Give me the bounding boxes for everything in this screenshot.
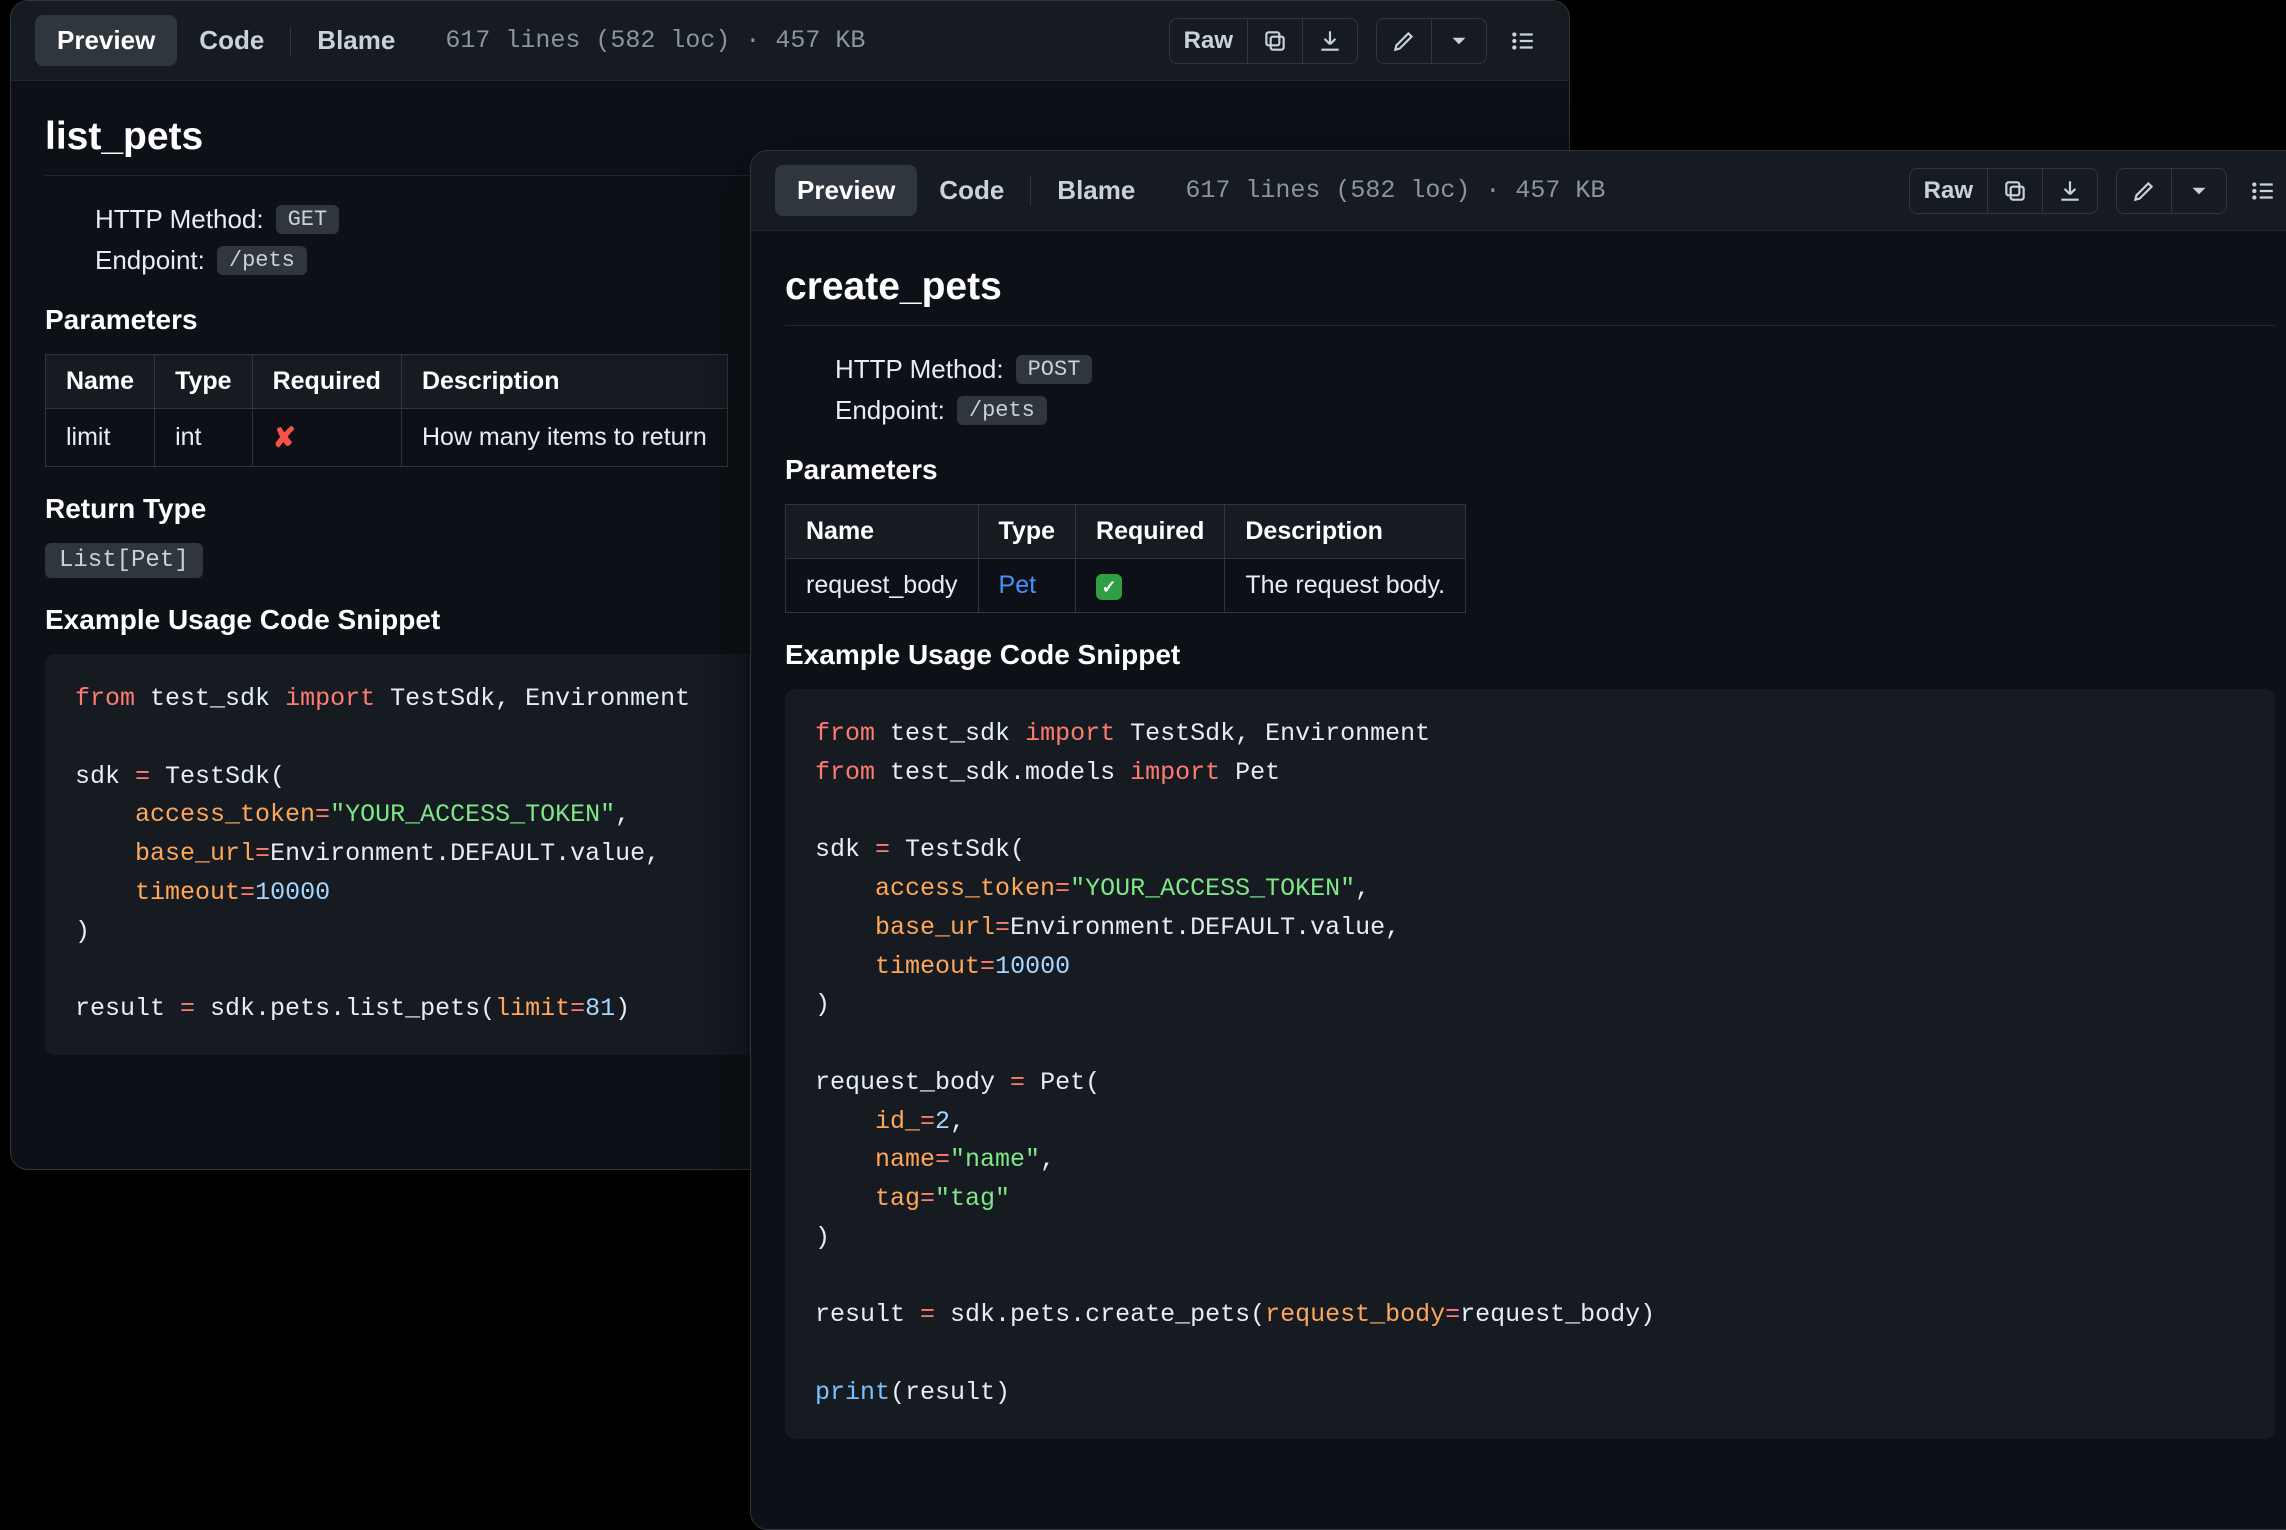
- http-method-label: HTTP Method:: [95, 204, 264, 235]
- download-icon[interactable]: [2042, 169, 2097, 213]
- return-type-value: List[Pet]: [45, 543, 203, 578]
- tab-code[interactable]: Code: [177, 15, 286, 66]
- raw-tool-group: Raw: [1169, 18, 1358, 64]
- doc-content: create_pets HTTP Method: POST Endpoint: …: [751, 231, 2286, 1479]
- parameters-table: Name Type Required Description request_b…: [785, 504, 1466, 613]
- file-toolbar: Preview Code Blame 617 lines (582 loc) ·…: [751, 151, 2286, 231]
- raw-button[interactable]: Raw: [1170, 19, 1247, 63]
- file-toolbar: Preview Code Blame 617 lines (582 loc) ·…: [11, 1, 1569, 81]
- param-type: int: [155, 409, 253, 467]
- endpoint-title: create_pets: [785, 265, 2275, 326]
- snippet-heading: Example Usage Code Snippet: [785, 639, 2275, 671]
- raw-button[interactable]: Raw: [1910, 169, 1987, 213]
- view-tabs: Preview Code Blame: [35, 15, 417, 66]
- param-description: How many items to return: [401, 409, 727, 467]
- tab-preview[interactable]: Preview: [35, 15, 177, 66]
- check-icon: ✓: [1096, 574, 1122, 600]
- col-type: Type: [978, 505, 1076, 559]
- param-type: Pet: [978, 559, 1076, 613]
- http-method-badge: POST: [1016, 355, 1093, 384]
- table-row: request_body Pet ✓ The request body.: [786, 559, 1466, 613]
- parameters-heading: Parameters: [785, 454, 2275, 486]
- tab-code[interactable]: Code: [917, 165, 1026, 216]
- tab-blame[interactable]: Blame: [295, 15, 417, 66]
- tab-blame[interactable]: Blame: [1035, 165, 1157, 216]
- table-row: limit int ✘ How many items to return: [46, 409, 728, 467]
- col-description: Description: [1225, 505, 1466, 559]
- list-icon[interactable]: [2241, 169, 2285, 213]
- col-name: Name: [46, 355, 155, 409]
- list-icon[interactable]: [1501, 19, 1545, 63]
- edit-tool-group: [1376, 18, 1487, 64]
- code-snippet: from test_sdk import TestSdk, Environmen…: [785, 689, 2275, 1439]
- col-description: Description: [401, 355, 727, 409]
- tab-divider: [1030, 176, 1031, 206]
- type-link[interactable]: Pet: [999, 571, 1037, 599]
- col-type: Type: [155, 355, 253, 409]
- file-meta: 617 lines (582 loc) · 457 KB: [445, 26, 865, 55]
- endpoint-badge: /pets: [217, 246, 307, 275]
- raw-tool-group: Raw: [1909, 168, 2098, 214]
- param-required: ✓: [1076, 559, 1225, 613]
- caret-down-icon[interactable]: [2171, 169, 2226, 213]
- view-tabs: Preview Code Blame: [775, 165, 1157, 216]
- file-meta: 617 lines (582 loc) · 457 KB: [1185, 176, 1605, 205]
- tab-divider: [290, 26, 291, 56]
- tab-preview[interactable]: Preview: [775, 165, 917, 216]
- http-method-label: HTTP Method:: [835, 354, 1004, 385]
- param-required: ✘: [252, 409, 401, 467]
- col-name: Name: [786, 505, 979, 559]
- pencil-icon[interactable]: [1377, 19, 1431, 63]
- pencil-icon[interactable]: [2117, 169, 2171, 213]
- edit-tool-group: [2116, 168, 2227, 214]
- endpoint-label: Endpoint:: [95, 245, 205, 276]
- download-icon[interactable]: [1302, 19, 1357, 63]
- x-icon: ✘: [273, 422, 296, 453]
- copy-icon[interactable]: [1987, 169, 2042, 213]
- col-required: Required: [252, 355, 401, 409]
- file-panel-create-pets: Preview Code Blame 617 lines (582 loc) ·…: [750, 150, 2286, 1530]
- param-name: request_body: [786, 559, 979, 613]
- col-required: Required: [1076, 505, 1225, 559]
- endpoint-label: Endpoint:: [835, 395, 945, 426]
- param-description: The request body.: [1225, 559, 1466, 613]
- copy-icon[interactable]: [1247, 19, 1302, 63]
- http-method-badge: GET: [276, 205, 340, 234]
- endpoint-badge: /pets: [957, 396, 1047, 425]
- param-name: limit: [46, 409, 155, 467]
- parameters-table: Name Type Required Description limit int…: [45, 354, 728, 467]
- caret-down-icon[interactable]: [1431, 19, 1486, 63]
